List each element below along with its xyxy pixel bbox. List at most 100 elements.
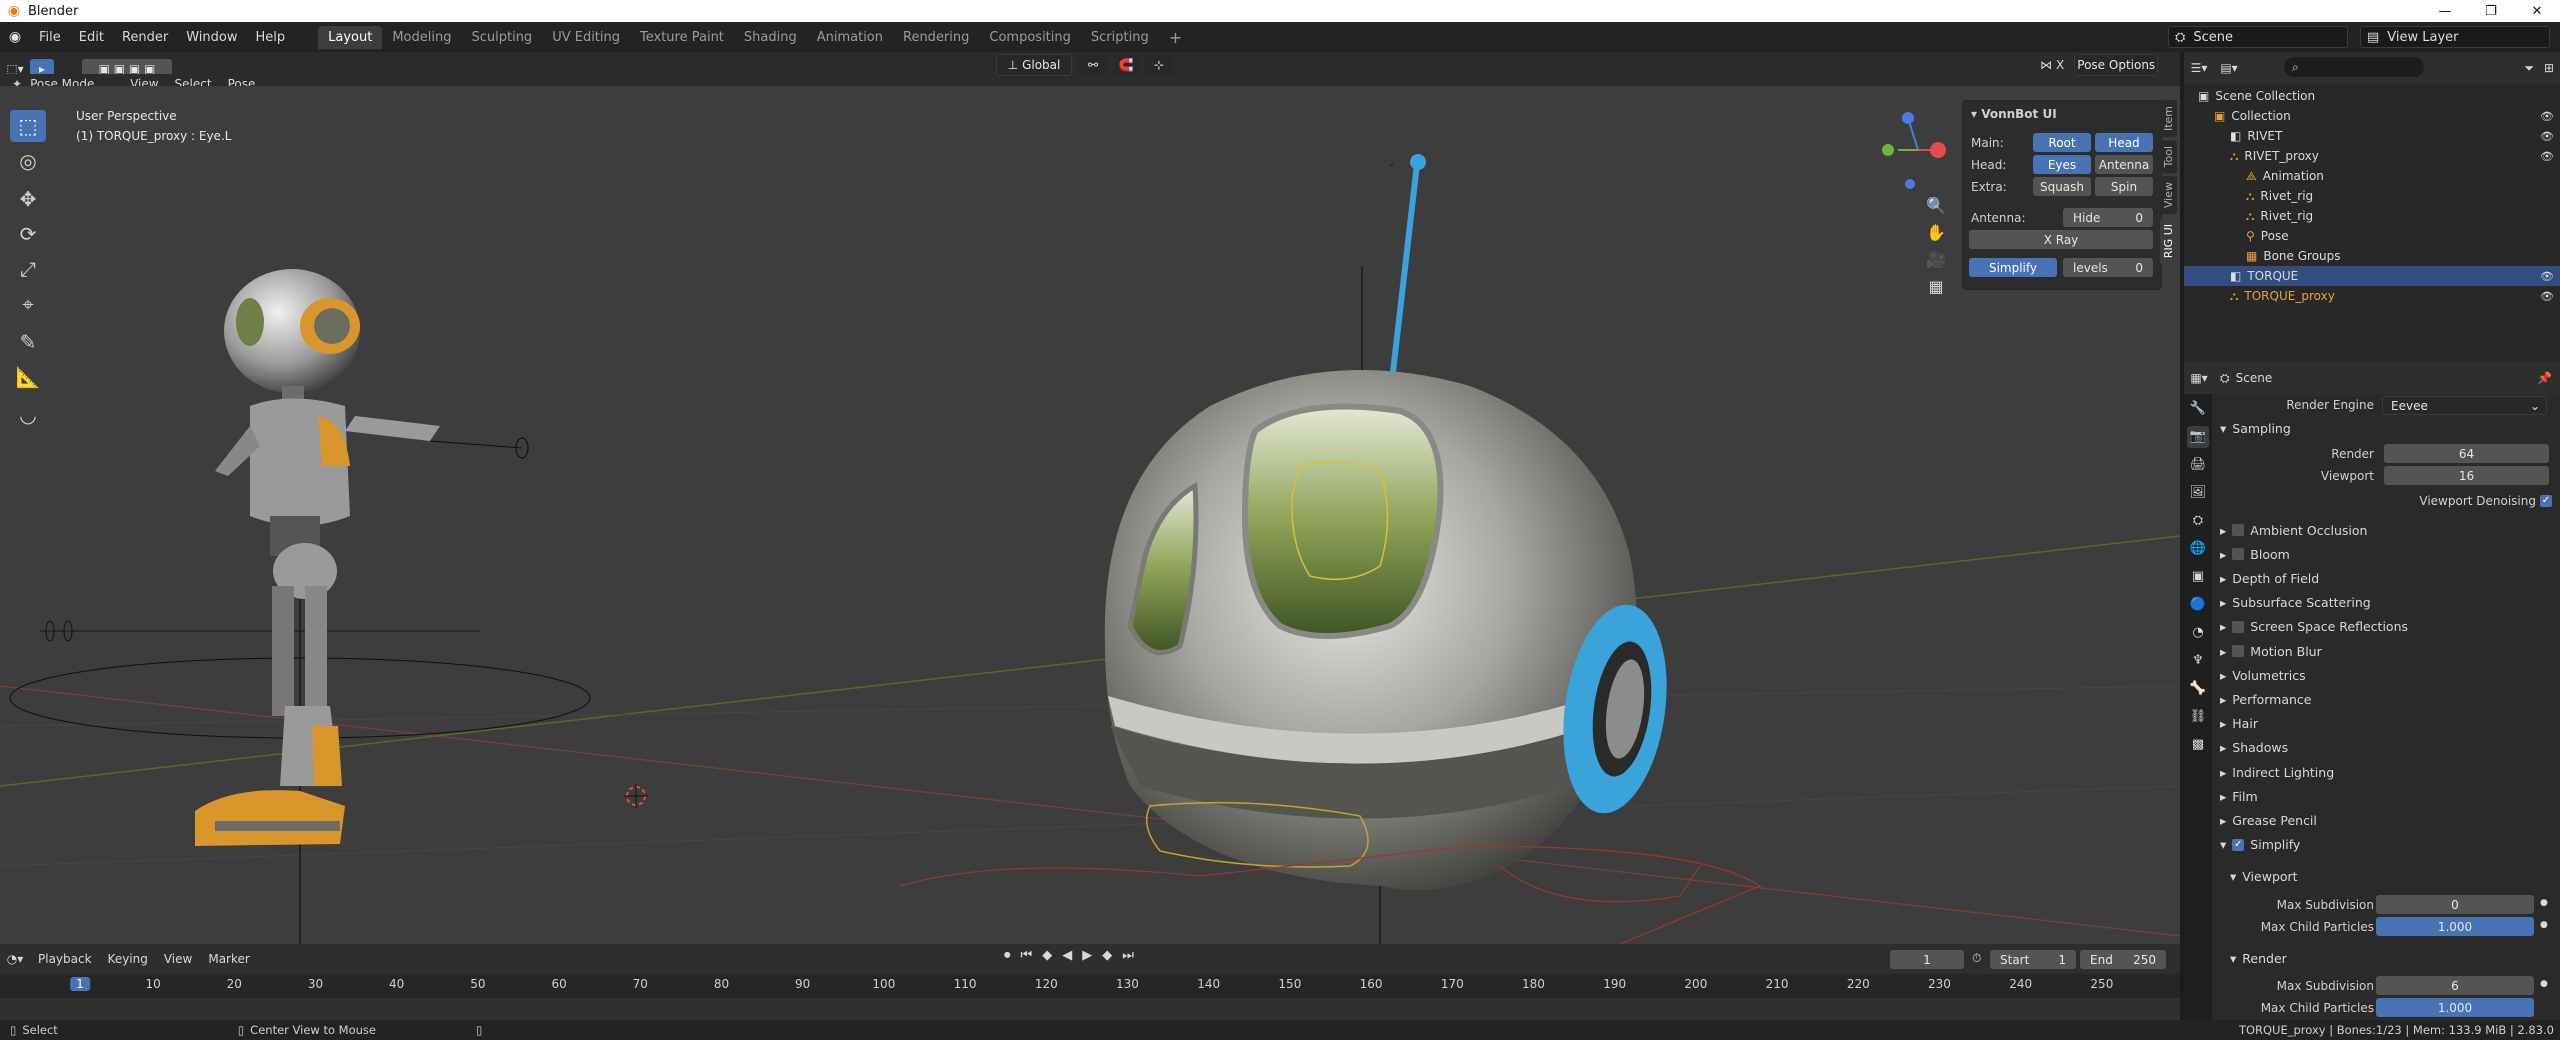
- panel-header[interactable]: ▸ Ambient Occlusion: [2220, 519, 2367, 541]
- tab-modeling[interactable]: Modeling: [382, 26, 461, 49]
- new-collection-icon[interactable]: ⊞: [2544, 61, 2554, 75]
- visibility-eye-icon[interactable]: 👁: [2540, 270, 2554, 283]
- add-workspace-button[interactable]: +: [1159, 24, 1192, 51]
- tab-view[interactable]: View: [2160, 176, 2177, 215]
- tab-sculpting[interactable]: Sculpting: [461, 26, 542, 49]
- x-ray-button[interactable]: X Ray: [1969, 230, 2153, 249]
- outliner-search[interactable]: ⌕: [2284, 57, 2424, 77]
- mirror-x-label[interactable]: X: [2056, 58, 2064, 72]
- clock-icon[interactable]: ⏱: [1972, 951, 1981, 966]
- render-tab-icon[interactable]: 📷: [2187, 426, 2209, 448]
- select-box-tool-icon[interactable]: ⬚: [10, 110, 46, 142]
- panel-header[interactable]: ▸ Volumetrics: [2220, 664, 2306, 686]
- panel-header[interactable]: ▸ Motion Blur: [2220, 640, 2322, 662]
- outliner-row[interactable]: ⚲ Pose: [2184, 226, 2560, 246]
- squash-button[interactable]: Squash: [2033, 177, 2091, 196]
- world-tab-icon[interactable]: 🌐: [2187, 538, 2209, 560]
- keyframe-dot-icon[interactable]: ●: [2540, 920, 2548, 930]
- outliner-row[interactable]: ⛬ Rivet_rig: [2184, 186, 2560, 206]
- panel-header[interactable]: ▸ Performance: [2220, 688, 2312, 710]
- panel-enable-checkbox[interactable]: [2232, 620, 2245, 633]
- frame-ruler[interactable]: 1 10 20 30 40 50 60 70 80 90 100 110 120 130 140 150 160…: [0, 974, 2180, 998]
- menu-edit[interactable]: Edit: [70, 30, 113, 45]
- view-layer-selector[interactable]: ▤ View Layer: [2360, 26, 2550, 48]
- tab-uv-editing[interactable]: UV Editing: [542, 26, 630, 49]
- physics-tab-icon[interactable]: ◔: [2187, 622, 2209, 644]
- outliner-row[interactable]: ⛬ TORQUE_proxy 👁: [2184, 286, 2560, 306]
- menu-timeline-view[interactable]: View: [156, 952, 200, 966]
- maximize-button[interactable]: ❐: [2468, 0, 2514, 22]
- modifier-tab-icon[interactable]: 🔵: [2187, 594, 2209, 616]
- timeline-editor-icon[interactable]: ◔▾: [0, 952, 30, 966]
- menu-window[interactable]: Window: [177, 30, 246, 45]
- head-button[interactable]: Head: [2095, 133, 2153, 152]
- simplify-viewport-header[interactable]: ▾ Viewport: [2230, 865, 2298, 887]
- navigation-gizmo[interactable]: [1878, 106, 1958, 196]
- panel-enable-checkbox[interactable]: [2232, 548, 2245, 561]
- outliner-row[interactable]: ◧ RIVET 👁: [2184, 126, 2560, 146]
- menu-file[interactable]: File: [30, 30, 70, 45]
- root-button[interactable]: Root: [2033, 133, 2091, 152]
- panel-enable-checkbox[interactable]: [2232, 645, 2245, 657]
- panel-header[interactable]: ▸ Bloom: [2220, 543, 2290, 565]
- measure-tool-icon[interactable]: 📐: [10, 361, 46, 393]
- tab-rendering[interactable]: Rendering: [893, 26, 979, 49]
- sampling-panel-header[interactable]: ▾ Sampling: [2220, 417, 2291, 439]
- outliner-row[interactable]: ◧ TORQUE 👁: [2184, 266, 2560, 286]
- visibility-eye-icon[interactable]: 👁: [2540, 150, 2554, 163]
- antenna[interactable]: [1390, 163, 1420, 373]
- 3d-cursor[interactable]: [624, 784, 648, 808]
- current-frame-field[interactable]: 1: [1890, 950, 1964, 969]
- visibility-eye-icon[interactable]: 👁: [2540, 130, 2554, 143]
- rivet-robot[interactable]: [9, 269, 591, 944]
- hide-field[interactable]: Hide 0: [2063, 208, 2153, 227]
- visibility-eye-icon[interactable]: 👁: [2540, 110, 2554, 123]
- scene-tab-icon[interactable]: ⛭: [2187, 510, 2209, 532]
- minimize-button[interactable]: —: [2422, 0, 2468, 22]
- render-samples-field[interactable]: 64: [2384, 444, 2549, 463]
- filter-icon[interactable]: ⏷: [2524, 61, 2534, 76]
- current-frame-indicator[interactable]: 1: [70, 977, 90, 991]
- jump-start-icon[interactable]: ⏮: [1021, 948, 1033, 963]
- bone-tab-icon[interactable]: 🦴: [2187, 678, 2209, 700]
- gizmo-z-icon[interactable]: [1902, 112, 1914, 124]
- pose-options-dropdown[interactable]: Pose Options: [2074, 54, 2159, 76]
- rotate-tool-icon[interactable]: ⟳: [10, 218, 46, 250]
- keyframe-dot-icon[interactable]: ●: [2540, 979, 2548, 989]
- pan-hand-icon[interactable]: ✋: [1924, 223, 1948, 242]
- camera-view-icon[interactable]: 🎥: [1924, 250, 1948, 269]
- gizmo-y-icon[interactable]: [1882, 144, 1894, 156]
- panel-header[interactable]: ▸ Screen Space Reflections: [2220, 616, 2408, 638]
- texture-tab-icon[interactable]: ▩: [2187, 734, 2209, 756]
- levels-field[interactable]: levels 0: [2063, 258, 2153, 277]
- timeline-track[interactable]: [0, 998, 2180, 1020]
- view-layer-tab-icon[interactable]: 🖼: [2187, 482, 2209, 504]
- pivot-icon[interactable]: ⚯: [1078, 54, 1108, 76]
- tab-animation[interactable]: Animation: [807, 26, 893, 49]
- menu-help[interactable]: Help: [247, 30, 295, 45]
- render-engine-dropdown[interactable]: Eevee ⌄: [2382, 396, 2547, 415]
- start-frame-field[interactable]: Start 1: [1990, 950, 2076, 969]
- close-button[interactable]: ✕: [2514, 0, 2560, 22]
- tab-rig-ui[interactable]: RIG UI: [2160, 217, 2177, 264]
- gizmo-x-icon[interactable]: [1930, 142, 1946, 158]
- tab-layout[interactable]: Layout: [318, 25, 383, 49]
- tab-shading[interactable]: Shading: [734, 26, 807, 49]
- simplify-button[interactable]: Simplify: [1969, 258, 2057, 277]
- prev-keyframe-icon[interactable]: ◆: [1042, 948, 1052, 963]
- eyes-button[interactable]: Eyes: [2033, 155, 2091, 174]
- menu-playback[interactable]: Playback: [30, 952, 100, 966]
- panel-header[interactable]: ▸ Indirect Lighting: [2220, 761, 2334, 783]
- 3d-viewport[interactable]: User Perspective (1) TORQUE_proxy : Eye.…: [0, 86, 2180, 944]
- display-mode-icon[interactable]: ▤▾: [2214, 61, 2244, 75]
- outliner-row-scene-collection[interactable]: ▣ Scene Collection: [2184, 86, 2560, 106]
- panel-header[interactable]: ▸ Subsurface Scattering: [2220, 592, 2371, 614]
- tab-compositing[interactable]: Compositing: [979, 26, 1081, 49]
- play-reverse-icon[interactable]: ◀: [1062, 948, 1072, 963]
- scene-selector[interactable]: ⛭ Scene: [2168, 26, 2348, 48]
- snap-icon[interactable]: 🧲: [1114, 54, 1138, 76]
- tool-tab-icon[interactable]: 🔧: [2187, 398, 2209, 420]
- tab-scripting[interactable]: Scripting: [1081, 26, 1159, 49]
- panel-header[interactable]: ▸ Depth of Field: [2220, 567, 2319, 589]
- annotate-tool-icon[interactable]: ✎: [10, 326, 46, 358]
